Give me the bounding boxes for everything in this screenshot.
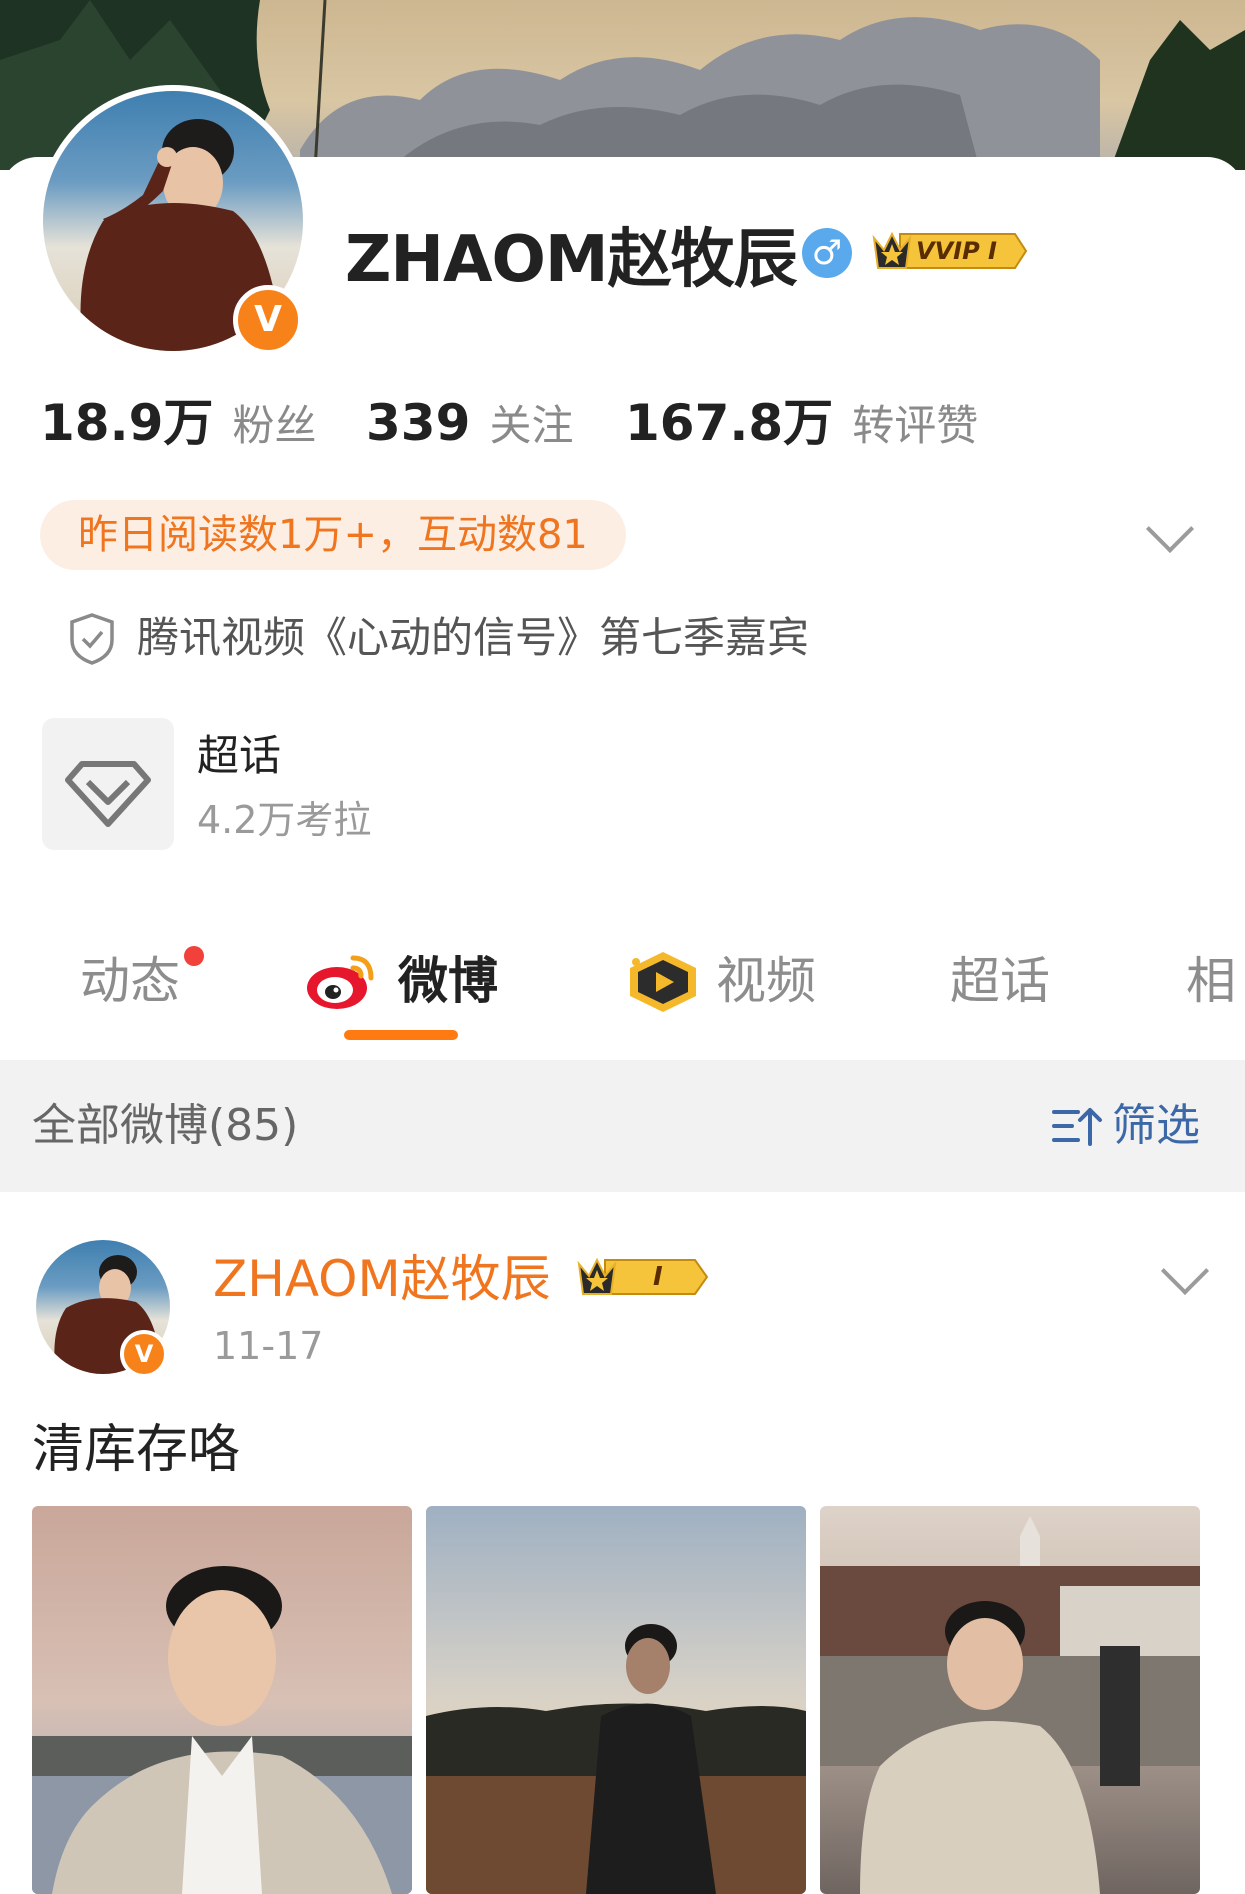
interactions-count: 167.8万 [625, 394, 834, 452]
profile-name: ZHAOM赵牧辰 [345, 223, 798, 297]
fans-count: 18.9万 [40, 394, 214, 452]
post-author-name[interactable]: ZHAOM赵牧辰 [213, 1244, 551, 1314]
post-text: 清库存咯 [32, 1420, 241, 1480]
post-photo-3[interactable] [820, 1506, 1200, 1894]
tab-super-topic[interactable]: 超话 [950, 946, 1050, 1016]
reading-summary-pill[interactable]: 昨日阅读数1万+，互动数81 [40, 500, 626, 570]
post-photo-1[interactable] [32, 1506, 412, 1894]
post-photo-2[interactable] [426, 1506, 806, 1894]
tab-weibo[interactable]: 微博 [398, 946, 498, 1016]
all-weibo-count: 全部微博(85) [32, 1100, 299, 1151]
post-date: 11-17 [213, 1324, 324, 1368]
vvip-badge[interactable]: VVIP I [870, 228, 1030, 274]
vip-level: I [653, 1262, 663, 1292]
post-verified-v-icon: V [120, 1330, 168, 1378]
stat-interactions[interactable]: 167.8万 转评赞 [625, 392, 978, 457]
male-gender-icon: ♂ [802, 228, 852, 278]
active-tab-indicator [344, 1030, 458, 1040]
super-topic-subtitle: 4.2万考拉 [197, 798, 372, 842]
verified-v-icon: V [233, 285, 303, 355]
vip-crown-badge[interactable]: I [575, 1254, 711, 1300]
filter-button[interactable]: 筛选 [1112, 1096, 1200, 1156]
certification-text: 腾讯视频《心动的信号》第七季嘉宾 [137, 613, 810, 662]
stat-fans[interactable]: 18.9万 粉丝 [40, 392, 316, 457]
stat-following[interactable]: 339 关注 [366, 392, 573, 457]
video-play-icon [626, 950, 700, 1018]
tab-video[interactable]: 视频 [716, 946, 816, 1016]
following-label: 关注 [489, 401, 574, 450]
vvip-label: VVIP I [916, 237, 997, 265]
tab-related[interactable]: 相 [1186, 946, 1236, 1016]
diamond-icon [65, 761, 151, 827]
following-count: 339 [366, 394, 471, 452]
interactions-label: 转评赞 [852, 401, 979, 450]
shield-check-icon [68, 612, 116, 670]
tab-dynamic[interactable]: 动态 [80, 946, 180, 1016]
super-topic-card[interactable] [42, 718, 174, 850]
fans-label: 粉丝 [232, 401, 317, 450]
super-topic-title[interactable]: 超话 [197, 726, 281, 786]
filter-sort-icon[interactable] [1052, 1104, 1104, 1154]
red-dot-icon [184, 946, 204, 966]
weibo-logo-icon [305, 950, 377, 1016]
